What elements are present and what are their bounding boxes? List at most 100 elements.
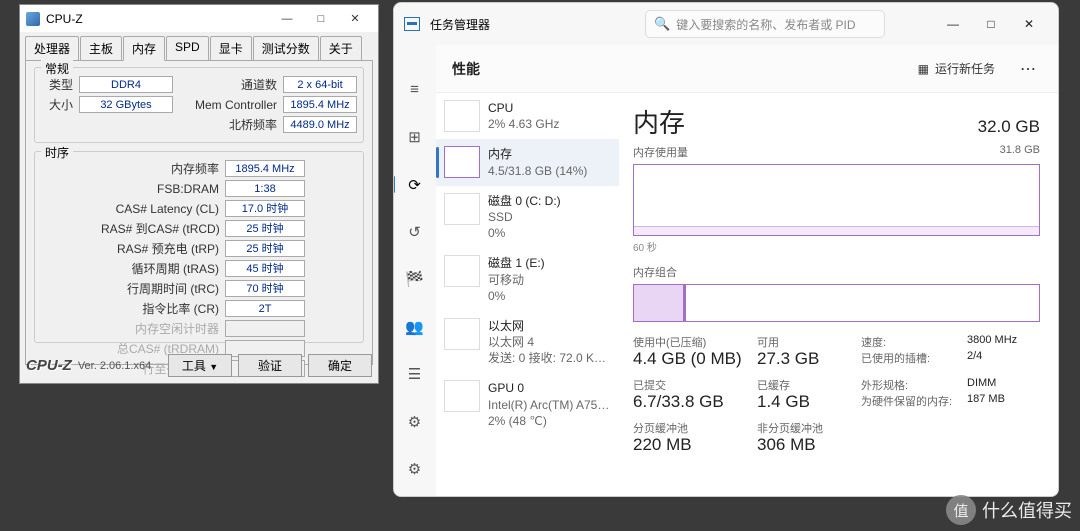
maximize-icon[interactable]: □ bbox=[972, 10, 1010, 38]
close-icon[interactable]: ✕ bbox=[338, 9, 372, 29]
details-icon[interactable]: ☰ bbox=[402, 362, 428, 387]
cpuz-tab-0[interactable]: 处理器 bbox=[25, 36, 79, 60]
list-item-name: 内存 bbox=[488, 146, 587, 162]
thumb-chart bbox=[444, 193, 480, 225]
list-item-name: GPU 0 bbox=[488, 380, 611, 396]
cpuz-tab-3[interactable]: SPD bbox=[166, 36, 209, 60]
timing-value: 70 时钟 bbox=[225, 280, 305, 297]
timing-label: RAS# 预充电 (tRP) bbox=[101, 240, 225, 257]
list-item-name: CPU bbox=[488, 100, 559, 116]
usage-label: 内存使用量 bbox=[633, 144, 688, 160]
detail-title: 内存 bbox=[633, 103, 685, 140]
settings-icon[interactable]: ⚙ bbox=[402, 457, 428, 482]
ok-button[interactable]: 确定 bbox=[308, 354, 372, 377]
processes-icon[interactable]: ⊞ bbox=[402, 124, 428, 149]
perf-list-item[interactable]: 以太网以太网 4发送: 0 接收: 72.0 Kbps bbox=[436, 311, 619, 374]
nav-rail: ≡ ⊞ ⟳ ↺ 🏁 👥 ☰ ⚙ ⚙ bbox=[394, 45, 436, 496]
hw-label: 为硬件保留的内存: bbox=[861, 393, 961, 409]
value-nbfreq: 4489.0 MHz bbox=[283, 116, 357, 133]
value-size: 32 GBytes bbox=[79, 96, 173, 113]
perf-list-item[interactable]: CPU2% 4.63 GHz bbox=[436, 93, 619, 139]
performance-icon[interactable]: ⟳ bbox=[402, 172, 428, 197]
timing-row: FSB:DRAM1:38 bbox=[101, 180, 357, 197]
history-icon[interactable]: ↺ bbox=[402, 219, 428, 244]
memory-detail: 内存 32.0 GB 内存使用量 31.8 GB 60 秒 内存组合 bbox=[619, 93, 1058, 496]
fieldset-general: 常规 类型DDR4 大小32 GBytes 通道数2 x 64-bit Mem … bbox=[34, 67, 364, 143]
speed-label: 速度: bbox=[861, 334, 961, 350]
perf-list-item[interactable]: 磁盘 0 (C: D:)SSD0% bbox=[436, 186, 619, 249]
list-item-sub: SSD bbox=[488, 209, 561, 225]
cpuz-tab-5[interactable]: 测试分数 bbox=[253, 36, 319, 60]
label-channels: 通道数 bbox=[191, 76, 283, 93]
timing-row: 行周期时间 (tRC)70 时钟 bbox=[101, 280, 357, 297]
perf-list-item[interactable]: 内存4.5/31.8 GB (14%) bbox=[436, 139, 619, 185]
label-memcontroller: Mem Controller bbox=[191, 98, 283, 112]
detail-total: 32.0 GB bbox=[978, 117, 1040, 137]
taskmanager-window: 任务管理器 🔍 键入要搜索的名称、发布者或 PID — □ ✕ ≡ ⊞ ⟳ ↺ … bbox=[393, 2, 1059, 497]
list-item-sub2: 2% (48 ℃) bbox=[488, 413, 611, 429]
perf-list-item[interactable]: 磁盘 1 (E:)可移动0% bbox=[436, 248, 619, 311]
thumb-chart bbox=[444, 380, 480, 412]
timing-value bbox=[225, 320, 305, 337]
minimize-icon[interactable]: — bbox=[934, 10, 972, 38]
search-input[interactable]: 🔍 键入要搜索的名称、发布者或 PID bbox=[645, 10, 885, 38]
composition-used bbox=[634, 285, 684, 321]
speed-value: 3800 MHz bbox=[967, 334, 1017, 350]
composition-divider bbox=[684, 285, 686, 321]
timing-value: 1895.4 MHz bbox=[225, 160, 305, 177]
more-options-button[interactable]: ⋯ bbox=[1014, 59, 1042, 79]
cpuz-titlebar[interactable]: CPU-Z — □ ✕ bbox=[20, 5, 378, 32]
timing-label: 内存空闲计时器 bbox=[101, 320, 225, 337]
timing-label: CAS# Latency (CL) bbox=[101, 202, 225, 216]
list-item-name: 磁盘 1 (E:) bbox=[488, 255, 545, 271]
timing-label: 指令比率 (CR) bbox=[101, 300, 225, 317]
run-new-task-button[interactable]: ▦ 运行新任务 bbox=[909, 55, 1004, 82]
minimize-icon[interactable]: — bbox=[270, 9, 304, 29]
avail-value: 27.3 GB bbox=[757, 349, 855, 369]
validate-button[interactable]: 验证 bbox=[238, 354, 302, 377]
timing-value: 25 时钟 bbox=[225, 220, 305, 237]
label-size: 大小 bbox=[41, 96, 79, 113]
thumb-chart bbox=[444, 146, 480, 178]
tm-titlebar[interactable]: 任务管理器 🔍 键入要搜索的名称、发布者或 PID — □ ✕ bbox=[394, 3, 1058, 45]
taskmanager-app-icon bbox=[404, 17, 420, 31]
memory-composition-chart bbox=[633, 284, 1040, 322]
thumb-chart bbox=[444, 100, 480, 132]
services-icon[interactable]: ⚙ bbox=[402, 409, 428, 434]
list-item-sub: 4.5/31.8 GB (14%) bbox=[488, 163, 587, 179]
cpuz-app-icon bbox=[26, 12, 40, 26]
users-icon[interactable]: 👥 bbox=[402, 314, 428, 339]
inuse-value: 4.4 GB (0 MB) bbox=[633, 349, 751, 369]
timing-label: 内存频率 bbox=[101, 160, 225, 177]
hamburger-icon[interactable]: ≡ bbox=[402, 77, 428, 102]
tools-button[interactable]: 工具 ▼ bbox=[168, 354, 232, 377]
cpuz-tab-2[interactable]: 内存 bbox=[123, 36, 165, 61]
value-channels: 2 x 64-bit bbox=[283, 76, 357, 93]
cpuz-tab-4[interactable]: 显卡 bbox=[210, 36, 252, 60]
value-type: DDR4 bbox=[79, 76, 173, 93]
label-nbfreq: 北桥频率 bbox=[191, 116, 283, 133]
watermark: 值 什么值得买 bbox=[946, 495, 1072, 525]
tm-title-text: 任务管理器 bbox=[430, 16, 490, 33]
list-item-name: 磁盘 0 (C: D:) bbox=[488, 193, 561, 209]
thumb-chart bbox=[444, 255, 480, 287]
timing-row: 循环周期 (tRAS)45 时钟 bbox=[101, 260, 357, 277]
cached-value: 1.4 GB bbox=[757, 392, 855, 412]
tm-content: 性能 ▦ 运行新任务 ⋯ CPU2% 4.63 GHz内存4.5/31.8 GB… bbox=[436, 45, 1058, 496]
maximize-icon[interactable]: □ bbox=[304, 9, 338, 29]
close-icon[interactable]: ✕ bbox=[1010, 10, 1048, 38]
inuse-label: 使用中(已压缩) bbox=[633, 334, 751, 350]
list-item-sub: 以太网 4 bbox=[488, 334, 611, 350]
cpuz-tab-1[interactable]: 主板 bbox=[80, 36, 122, 60]
list-item-sub2: 0% bbox=[488, 225, 561, 241]
timing-value: 17.0 时钟 bbox=[225, 200, 305, 217]
perf-list-item[interactable]: GPU 0Intel(R) Arc(TM) A750…2% (48 ℃) bbox=[436, 373, 619, 436]
list-item-sub: 2% 4.63 GHz bbox=[488, 116, 559, 132]
timing-row: 指令比率 (CR)2T bbox=[101, 300, 357, 317]
timing-value: 1:38 bbox=[225, 180, 305, 197]
legend-general: 常规 bbox=[41, 60, 73, 77]
cpuz-tab-6[interactable]: 关于 bbox=[320, 36, 362, 60]
tm-window-controls: — □ ✕ bbox=[934, 10, 1048, 38]
startup-icon[interactable]: 🏁 bbox=[402, 267, 428, 292]
legend-timings: 时序 bbox=[41, 144, 73, 161]
